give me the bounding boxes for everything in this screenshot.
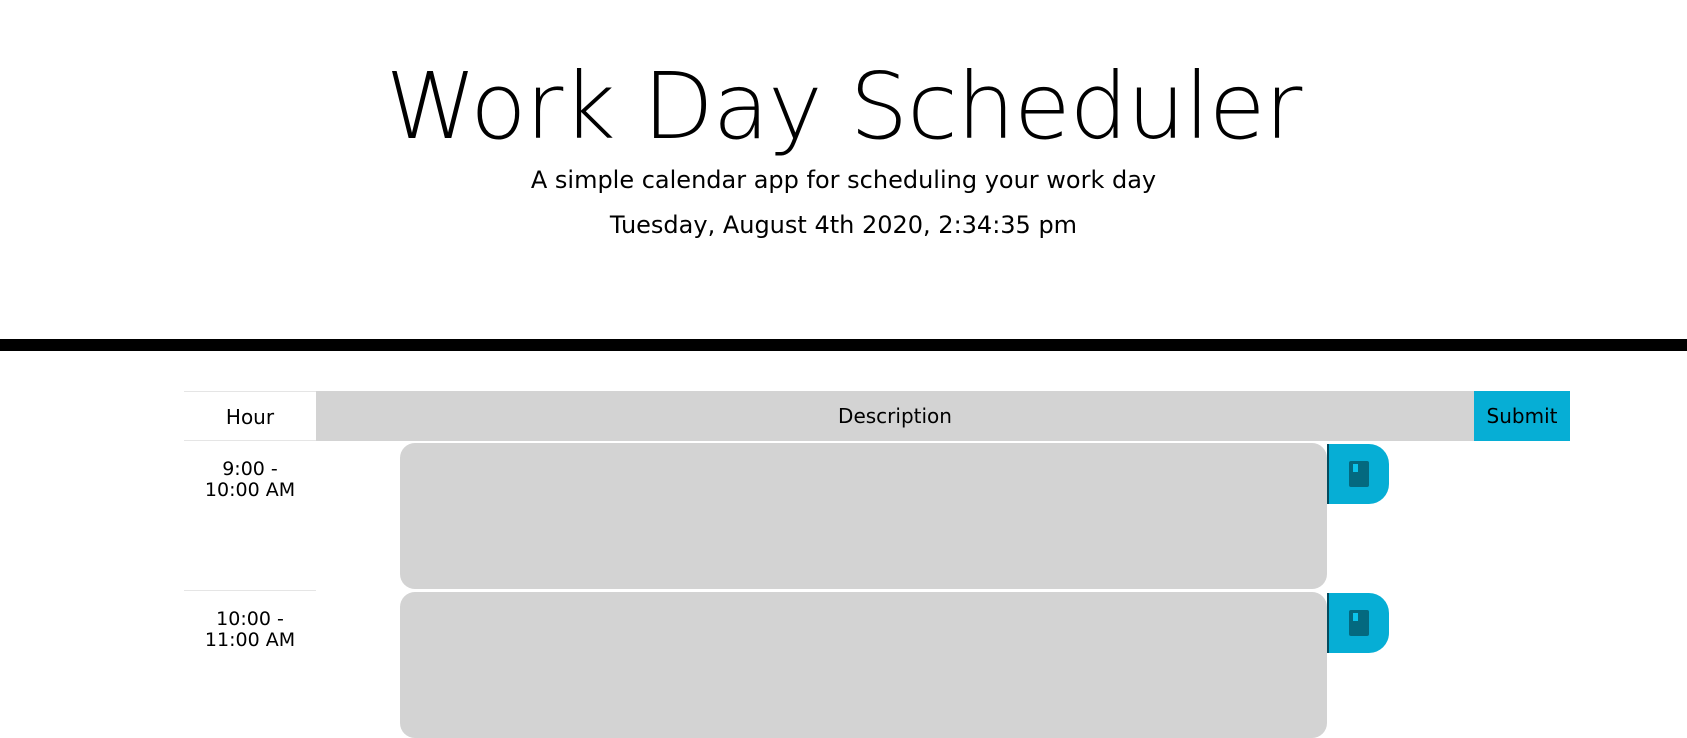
description-column-header: Description (316, 391, 1474, 441)
page-title: Work Day Scheduler (385, 53, 1303, 160)
hour-column-header: Hour (184, 391, 316, 441)
header-divider (0, 339, 1687, 351)
hour-label-start: 9:00 - (222, 458, 278, 480)
hour-label-start: 10:00 - (216, 608, 284, 630)
save-button[interactable] (1327, 593, 1389, 653)
time-block-row: 10:00 - 11:00 AM (184, 590, 1389, 738)
description-input[interactable] (400, 592, 1327, 738)
submit-button[interactable]: Submit (1474, 391, 1570, 441)
hour-label: 9:00 - 10:00 AM (184, 441, 316, 589)
description-input[interactable] (400, 443, 1327, 589)
save-icon (1349, 610, 1369, 636)
save-button[interactable] (1327, 444, 1389, 504)
hour-label: 10:00 - 11:00 AM (184, 590, 316, 738)
schedule-table-header: Hour Description Submit (184, 391, 1570, 441)
current-day: Tuesday, August 4th 2020, 2:34:35 pm (609, 211, 1078, 239)
save-icon (1349, 461, 1369, 487)
time-block-row: 9:00 - 10:00 AM (184, 441, 1389, 589)
page-lead: A simple calendar app for scheduling you… (530, 166, 1157, 194)
hour-label-end: 10:00 AM (204, 479, 296, 501)
hour-label-end: 11:00 AM (204, 629, 296, 651)
